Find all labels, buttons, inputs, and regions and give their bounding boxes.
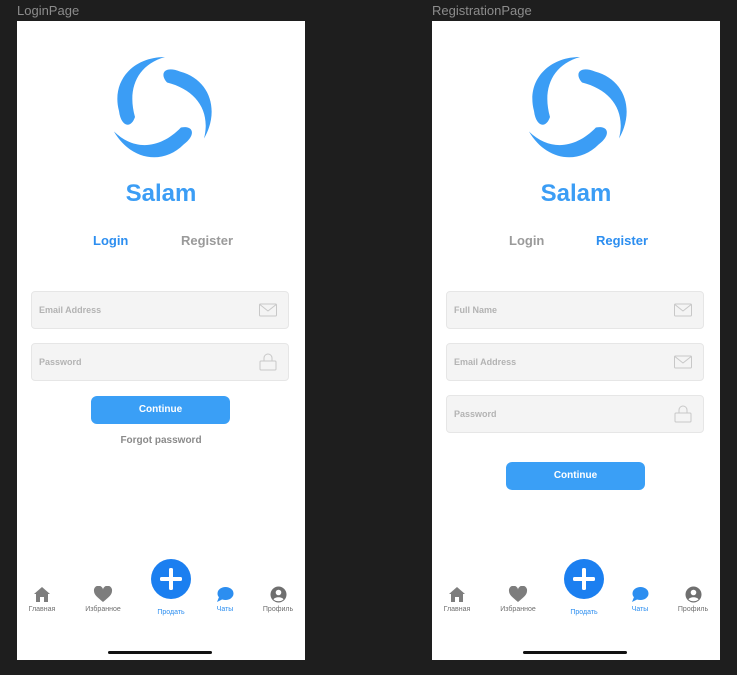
heart-icon	[93, 586, 113, 602]
nav-sell-label: Продать	[570, 609, 598, 616]
envelope-icon	[674, 303, 692, 317]
nav-profile[interactable]: Профиль	[674, 586, 712, 613]
nav-home[interactable]: Главная	[25, 586, 59, 613]
nav-favorites[interactable]: Избранное	[496, 586, 540, 613]
email-field[interactable]	[31, 291, 289, 329]
full-name-input[interactable]	[447, 292, 674, 328]
tab-register[interactable]: Register	[181, 233, 233, 248]
plus-icon	[160, 568, 182, 590]
full-name-field[interactable]	[446, 291, 704, 329]
tab-login[interactable]: Login	[93, 233, 128, 248]
email-field[interactable]	[446, 343, 704, 381]
app-name: Salam	[540, 180, 612, 207]
heart-icon	[508, 586, 528, 602]
password-field[interactable]	[446, 395, 704, 433]
profile-icon	[685, 586, 701, 603]
profile-icon	[270, 586, 286, 603]
nav-chats-label: Чаты	[631, 606, 649, 613]
nav-favorites-label: Избранное	[85, 606, 121, 613]
email-input[interactable]	[32, 292, 259, 328]
login-screen: Salam Login Register Continue Forgot pas…	[17, 21, 305, 660]
nav-chats[interactable]: Чаты	[628, 586, 652, 613]
envelope-icon	[674, 355, 692, 369]
nav-chats-label: Чаты	[216, 606, 234, 613]
home-indicator	[523, 651, 627, 654]
chat-bubble-icon	[632, 587, 649, 602]
nav-profile-label: Профиль	[677, 606, 709, 613]
registration-screen: Salam Login Register Continue Главная	[432, 21, 720, 660]
tab-register[interactable]: Register	[596, 233, 648, 248]
app-name: Salam	[125, 180, 197, 207]
frame-title-login: LoginPage	[17, 3, 80, 18]
nav-home-label: Главная	[443, 606, 471, 613]
home-icon	[34, 587, 50, 602]
lock-icon	[259, 353, 277, 371]
envelope-icon	[259, 303, 277, 317]
nav-sell-label: Продать	[157, 609, 185, 616]
home-indicator	[108, 651, 212, 654]
nav-favorites-label: Избранное	[500, 606, 536, 613]
plus-icon	[573, 568, 595, 590]
sell-button[interactable]	[564, 559, 604, 599]
nav-home-label: Главная	[28, 606, 56, 613]
password-field[interactable]	[31, 343, 289, 381]
bottom-nav: Главная Избранное Продать Чаты Профиль	[432, 559, 720, 631]
nav-profile[interactable]: Профиль	[259, 586, 297, 613]
chat-bubble-icon	[217, 587, 234, 602]
tab-login[interactable]: Login	[509, 233, 544, 248]
app-logo-icon	[113, 57, 212, 158]
lock-icon	[674, 405, 692, 423]
nav-chats[interactable]: Чаты	[213, 586, 237, 613]
password-input[interactable]	[32, 344, 259, 380]
password-input[interactable]	[447, 396, 674, 432]
nav-home[interactable]: Главная	[440, 586, 474, 613]
continue-button[interactable]: Continue	[91, 396, 230, 424]
app-logo-icon	[528, 57, 627, 158]
nav-profile-label: Профиль	[262, 606, 294, 613]
email-input[interactable]	[447, 344, 674, 380]
home-icon	[449, 587, 465, 602]
continue-button[interactable]: Continue	[506, 462, 645, 490]
frame-title-registration: RegistrationPage	[432, 3, 532, 18]
bottom-nav: Главная Избранное Продать Чаты Профиль	[17, 559, 305, 631]
nav-favorites[interactable]: Избранное	[81, 586, 125, 613]
sell-button[interactable]	[151, 559, 191, 599]
forgot-password-link[interactable]: Forgot password	[17, 435, 305, 446]
